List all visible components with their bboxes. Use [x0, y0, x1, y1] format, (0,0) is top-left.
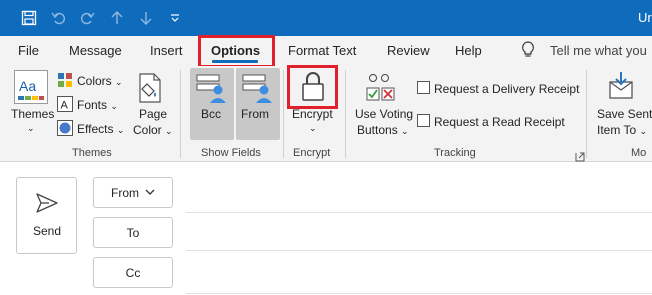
group-divider	[283, 70, 284, 158]
down-arrow-icon[interactable]	[137, 9, 155, 27]
effects-button[interactable]: Effects ⌄	[77, 122, 124, 136]
fonts-icon: A	[57, 96, 73, 117]
voting-icon	[365, 72, 397, 109]
themes-dropdown-chevron-icon[interactable]: ⌄	[27, 123, 35, 134]
tab-help[interactable]: Help	[455, 43, 482, 58]
options-tab-highlight	[198, 35, 275, 68]
to-field-divider	[186, 250, 652, 251]
colors-icon	[57, 72, 73, 93]
bcc-button[interactable]: Bcc	[201, 107, 221, 121]
undo-icon[interactable]	[50, 9, 68, 27]
tab-insert[interactable]: Insert	[150, 43, 183, 58]
chevron-down-icon	[145, 189, 155, 196]
up-arrow-icon[interactable]	[108, 9, 126, 27]
svg-text:Aa: Aa	[19, 78, 36, 94]
tab-review[interactable]: Review	[387, 43, 430, 58]
from-field-divider	[186, 212, 652, 213]
tab-message[interactable]: Message	[69, 43, 122, 58]
save-sent-item-icon	[606, 70, 638, 107]
save-sent-label-line1[interactable]: Save Sent	[597, 107, 652, 121]
group-divider	[180, 70, 181, 158]
encrypt-button[interactable]: Encrypt	[292, 107, 333, 121]
encrypt-highlight	[287, 65, 338, 109]
page-color-label-line1[interactable]: Page	[139, 107, 167, 121]
from-field-label: From	[111, 185, 139, 200]
from-button[interactable]: From	[241, 107, 269, 121]
effects-icon	[57, 120, 73, 141]
from-field-button[interactable]: From	[93, 177, 173, 208]
use-voting-buttons-button[interactable]: Buttons ⌄	[357, 123, 409, 137]
colors-button[interactable]: Colors ⌄	[77, 74, 123, 88]
bcc-icon	[196, 72, 228, 109]
themes-group-label: Themes	[72, 147, 112, 159]
send-icon	[35, 192, 59, 219]
page-color-button[interactable]: Color ⌄	[133, 123, 173, 137]
lightbulb-icon[interactable]	[521, 41, 535, 64]
voting-label-line1[interactable]: Use Voting	[355, 107, 413, 121]
send-button[interactable]: Send	[16, 177, 77, 254]
delivery-receipt-label[interactable]: Request a Delivery Receipt	[434, 82, 579, 96]
save-sent-item-button[interactable]: Item To ⌄	[597, 123, 647, 137]
save-icon[interactable]	[20, 9, 38, 27]
title-bar: Ur	[0, 0, 652, 36]
themes-button[interactable]: Themes	[11, 107, 54, 121]
cc-field-divider	[186, 293, 652, 294]
tab-file[interactable]: File	[18, 43, 39, 58]
to-field-label: To	[126, 225, 140, 240]
send-label: Send	[33, 224, 62, 238]
window-title: Ur	[638, 10, 652, 25]
fonts-button[interactable]: Fonts ⌄	[77, 98, 118, 112]
redo-icon[interactable]	[78, 9, 96, 27]
encrypt-group-label: Encrypt	[293, 147, 331, 159]
group-divider	[345, 70, 346, 158]
read-receipt-label[interactable]: Request a Read Receipt	[434, 115, 565, 129]
tell-me-search[interactable]: Tell me what you	[550, 43, 647, 58]
tracking-group-label: Tracking	[434, 147, 476, 159]
customize-icon[interactable]	[166, 9, 184, 27]
tab-format-text[interactable]: Format Text	[288, 43, 356, 58]
show-fields-group-label: Show Fields	[201, 147, 261, 159]
read-receipt-checkbox[interactable]	[417, 114, 430, 127]
themes-icon: Aa	[14, 70, 48, 104]
cc-field-label: Cc	[125, 265, 141, 280]
group-divider	[586, 70, 587, 158]
page-color-icon	[136, 72, 166, 109]
more-group-label: Mo	[631, 147, 647, 159]
delivery-receipt-checkbox[interactable]	[417, 81, 430, 94]
svg-text:A: A	[61, 100, 69, 112]
encrypt-dropdown-chevron-icon[interactable]: ⌄	[309, 123, 317, 134]
cc-field-button[interactable]: Cc	[93, 257, 173, 288]
from-icon	[242, 72, 274, 109]
to-field-button[interactable]: To	[93, 217, 173, 248]
